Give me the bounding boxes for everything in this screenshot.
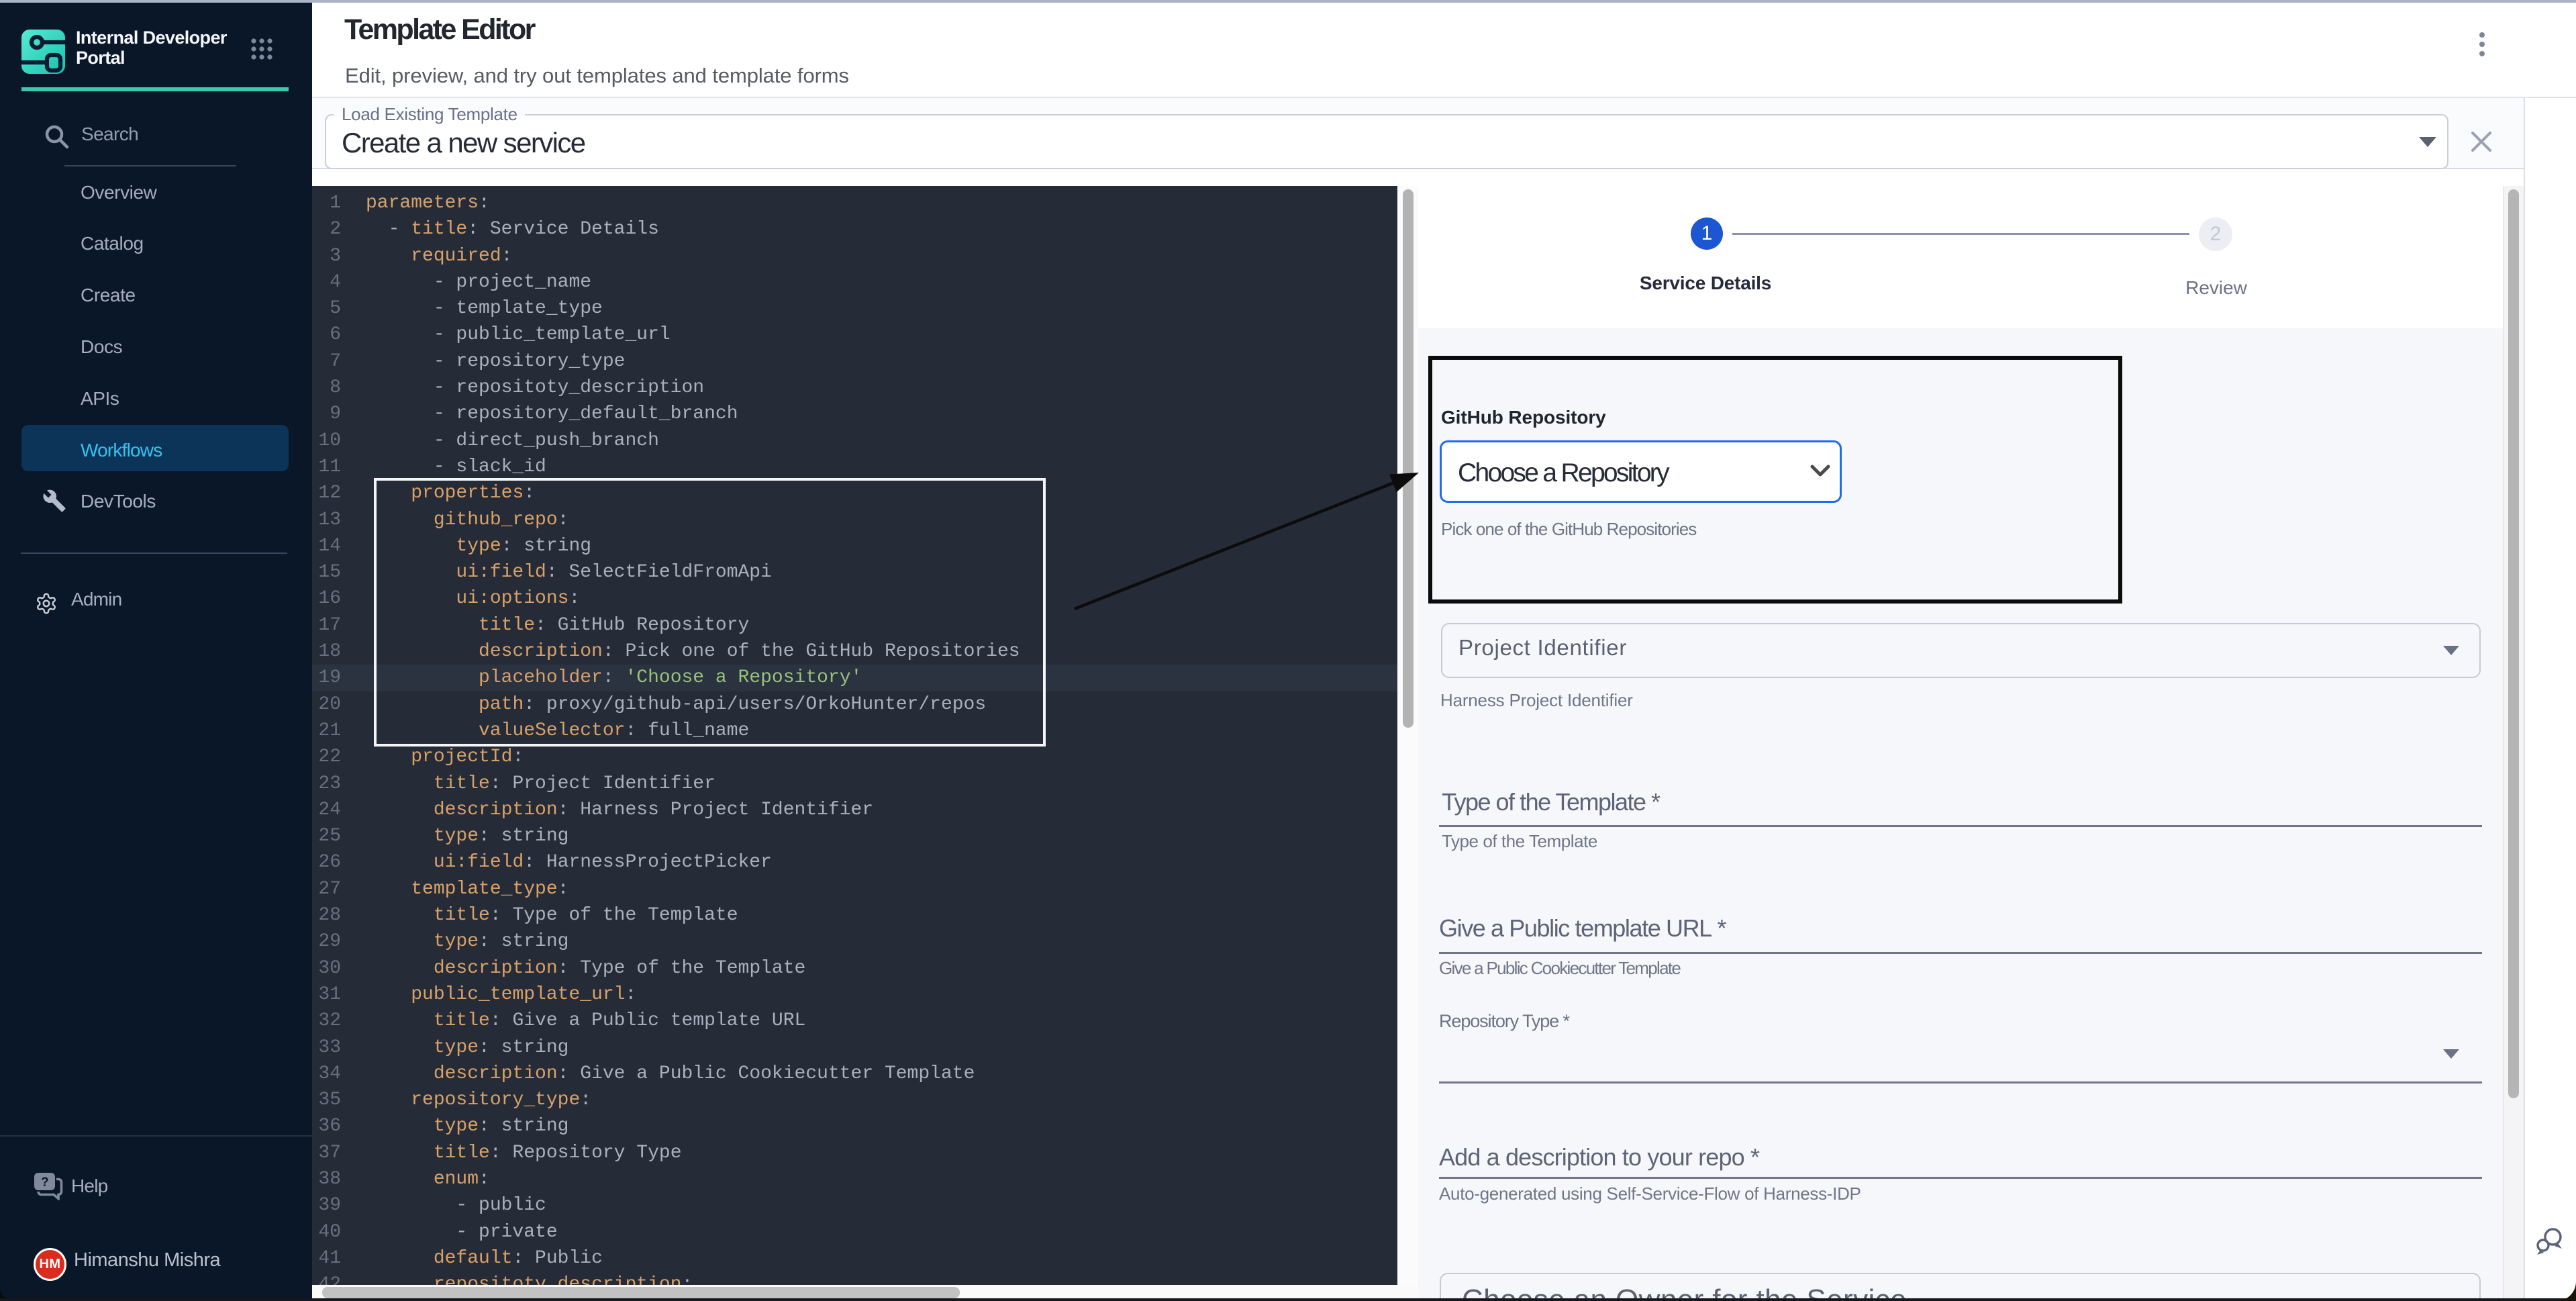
svg-text:?: ? [41, 1175, 49, 1190]
